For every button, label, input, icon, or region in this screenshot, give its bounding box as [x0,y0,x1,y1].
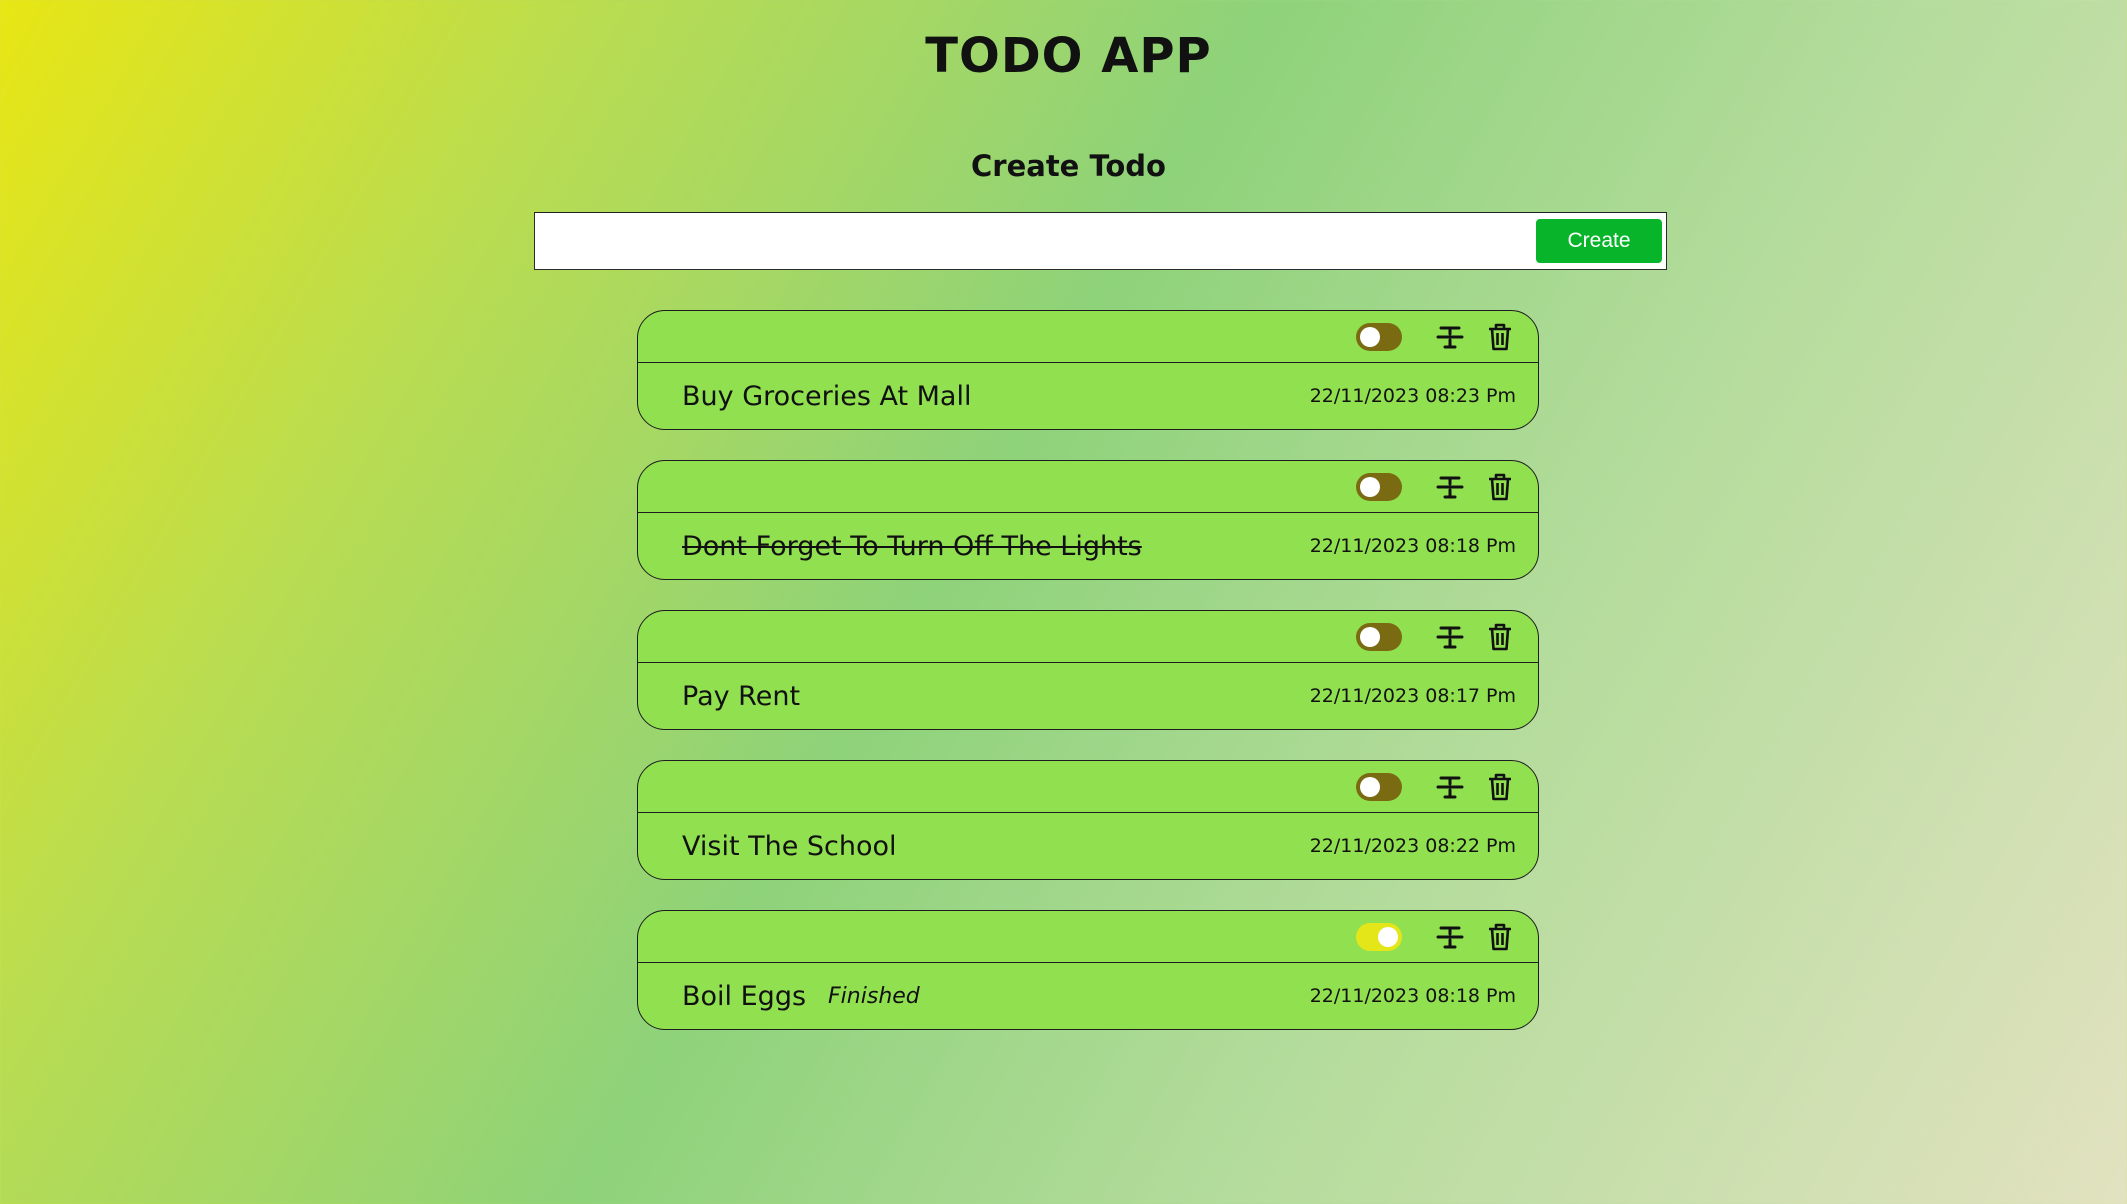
todo-date: 22/11/2023 08:23 Pm [1309,385,1516,407]
delete-button[interactable] [1482,469,1518,505]
create-todo-form: Create [534,212,1667,270]
strikethrough-icon [1436,926,1464,948]
todo-toolbar [638,761,1538,813]
strikethrough-icon [1436,326,1464,348]
trash-icon [1489,473,1511,500]
toggle-knob [1360,476,1380,497]
strikethrough-icon [1436,476,1464,498]
trash-icon [1489,773,1511,800]
todo-text: Pay Rent [682,680,801,712]
todo-status: Finished [828,983,920,1009]
todo-toolbar [638,611,1538,663]
complete-toggle[interactable] [1356,922,1402,951]
todo-text: Boil Eggs [682,980,807,1012]
todo-body: Pay Rent 22/11/2023 08:17 Pm [638,663,1538,729]
todo-date: 22/11/2023 08:17 Pm [1309,685,1516,707]
strikethrough-icon [1436,626,1464,648]
create-todo-heading: Create Todo [971,149,1166,183]
todo-body: Boil Eggs Finished 22/11/2023 08:18 Pm [638,963,1538,1029]
todo-item: Visit The School 22/11/2023 08:22 Pm [637,760,1539,880]
delete-button[interactable] [1482,769,1518,805]
todo-item: Dont Forget To Turn Off The Lights 22/11… [637,460,1539,580]
todo-body: Dont Forget To Turn Off The Lights 22/11… [638,513,1538,579]
todo-item: Pay Rent 22/11/2023 08:17 Pm [637,610,1539,730]
toggle-knob [1360,626,1380,647]
strikethrough-icon [1436,776,1464,798]
strikethrough-button[interactable] [1432,469,1468,505]
todo-date: 22/11/2023 08:18 Pm [1309,535,1516,557]
complete-toggle[interactable] [1356,472,1402,501]
todo-body: Visit The School 22/11/2023 08:22 Pm [638,813,1538,879]
trash-icon [1489,323,1511,350]
complete-toggle[interactable] [1356,772,1402,801]
todo-item: Buy Groceries At Mall 22/11/2023 08:23 P… [637,310,1539,430]
create-button[interactable]: Create [1536,219,1662,263]
toggle-knob [1360,776,1380,797]
strikethrough-button[interactable] [1432,619,1468,655]
delete-button[interactable] [1482,919,1518,955]
trash-icon [1489,923,1511,950]
todo-date: 22/11/2023 08:22 Pm [1309,835,1516,857]
delete-button[interactable] [1482,319,1518,355]
todo-input[interactable] [535,213,1536,269]
strikethrough-button[interactable] [1432,319,1468,355]
page-title: TODO APP [925,28,1212,84]
todo-date: 22/11/2023 08:18 Pm [1309,985,1516,1007]
todo-toolbar [638,311,1538,363]
delete-button[interactable] [1482,619,1518,655]
strikethrough-button[interactable] [1432,919,1468,955]
todo-list: Buy Groceries At Mall 22/11/2023 08:23 P… [637,310,1539,1060]
todo-toolbar [638,461,1538,513]
complete-toggle[interactable] [1356,322,1402,351]
complete-toggle[interactable] [1356,622,1402,651]
strikethrough-button[interactable] [1432,769,1468,805]
todo-toolbar [638,911,1538,963]
todo-body: Buy Groceries At Mall 22/11/2023 08:23 P… [638,363,1538,429]
toggle-knob [1378,926,1398,947]
todo-text: Dont Forget To Turn Off The Lights [682,530,1142,562]
toggle-knob [1360,326,1380,347]
todo-text: Buy Groceries At Mall [682,380,972,412]
todo-item: Boil Eggs Finished 22/11/2023 08:18 Pm [637,910,1539,1030]
todo-text: Visit The School [682,830,897,862]
trash-icon [1489,623,1511,650]
